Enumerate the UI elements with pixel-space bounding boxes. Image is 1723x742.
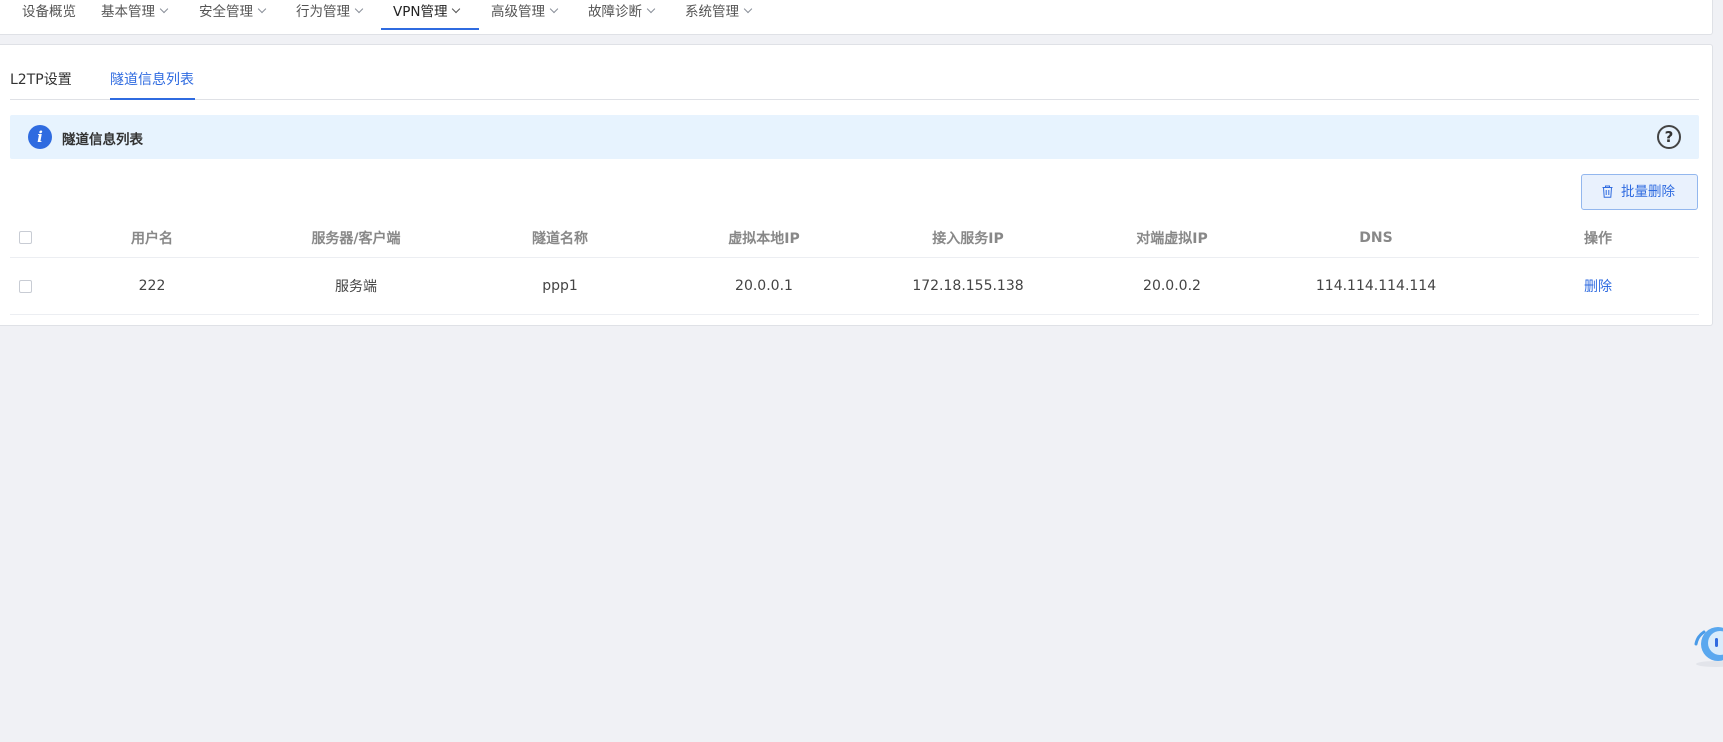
chevron-down-icon [452, 4, 461, 14]
nav-item-system[interactable]: 系统管理 [685, 0, 753, 31]
chevron-down-icon [354, 4, 364, 14]
chevron-down-icon [257, 4, 267, 14]
cell-username: 222 [138, 278, 166, 294]
tab-l2tp-settings[interactable]: L2TP设置 [10, 69, 72, 89]
top-nav: 设备概览 基本管理 安全管理 行为管理 VPN管理 高级管理 故障诊断 系统管理 [0, 0, 1713, 35]
nav-item-label: 系统管理 [685, 4, 739, 20]
cell-role: 服务端 [335, 279, 377, 295]
header-access-service-ip: 接入服务IP [932, 230, 1004, 247]
batch-delete-button[interactable]: 批量删除 [1581, 174, 1698, 210]
cell-local-virtual-ip: 20.0.0.1 [735, 278, 793, 294]
cell-action: 删除 [1538, 258, 1658, 314]
chevron-down-icon [646, 4, 656, 14]
nav-item-label: 高级管理 [491, 4, 545, 20]
nav-item-vpn[interactable]: VPN管理 [393, 0, 461, 31]
nav-active-indicator [381, 28, 479, 30]
header-dns: DNS [1359, 229, 1393, 246]
batch-delete-label: 批量删除 [1621, 184, 1675, 200]
nav-item-label: 设备概览 [22, 4, 76, 20]
tunnel-list-card: L2TP设置 隧道信息列表 i 隧道信息列表 ? 批量删除 用户名 服务器/客户… [0, 44, 1713, 326]
nav-item-label: VPN管理 [393, 4, 448, 20]
nav-item-label: 基本管理 [101, 4, 155, 20]
header-action: 操作 [1584, 230, 1612, 247]
header-username: 用户名 [131, 230, 173, 247]
nav-item-label: 行为管理 [296, 4, 350, 20]
delete-link[interactable]: 删除 [1584, 276, 1612, 296]
header-peer-virtual-ip: 对端虚拟IP [1136, 230, 1208, 247]
nav-item-advanced[interactable]: 高级管理 [491, 0, 559, 31]
nav-item-security[interactable]: 安全管理 [199, 0, 267, 31]
tab-bar: L2TP设置 隧道信息列表 [10, 45, 1699, 100]
tab-active-indicator [110, 98, 195, 100]
cell-access-service-ip: 172.18.155.138 [912, 278, 1024, 294]
info-icon: i [28, 125, 52, 149]
checkbox-box [18, 279, 32, 293]
info-banner: i 隧道信息列表 ? [10, 115, 1699, 159]
nav-item-label: 故障诊断 [588, 4, 642, 20]
table-header: 用户名 服务器/客户端 隧道名称 虚拟本地IP 接入服务IP 对端虚拟IP DN… [10, 218, 1699, 258]
nav-item-basic[interactable]: 基本管理 [101, 0, 169, 31]
cell-dns: 114.114.114.114 [1315, 278, 1437, 294]
nav-item-behavior[interactable]: 行为管理 [296, 0, 364, 31]
assistant-robot-icon[interactable] [1690, 624, 1723, 668]
cell-peer-virtual-ip: 20.0.0.2 [1143, 278, 1201, 294]
tab-tunnel-list[interactable]: 隧道信息列表 [110, 69, 194, 89]
select-all-checkbox[interactable] [18, 218, 32, 257]
chevron-down-icon [549, 4, 559, 14]
table-row: 222 服务端 ppp1 20.0.0.1 172.18.155.138 20.… [10, 258, 1699, 315]
header-tunnel-name: 隧道名称 [532, 230, 588, 247]
header-local-virtual-ip: 虚拟本地IP [728, 230, 800, 247]
checkbox-box [18, 231, 32, 244]
chevron-down-icon [743, 4, 753, 14]
nav-item-device-overview[interactable]: 设备概览 [22, 0, 76, 31]
help-icon[interactable]: ? [1657, 125, 1681, 149]
info-title: 隧道信息列表 [62, 132, 143, 148]
chevron-down-icon [159, 4, 169, 14]
cell-tunnel-name: ppp1 [542, 278, 578, 294]
trash-icon [1602, 185, 1613, 198]
nav-item-label: 安全管理 [199, 4, 253, 20]
header-role: 服务器/客户端 [311, 230, 401, 247]
row-checkbox[interactable] [18, 258, 32, 314]
nav-item-diagnostics[interactable]: 故障诊断 [588, 0, 656, 31]
